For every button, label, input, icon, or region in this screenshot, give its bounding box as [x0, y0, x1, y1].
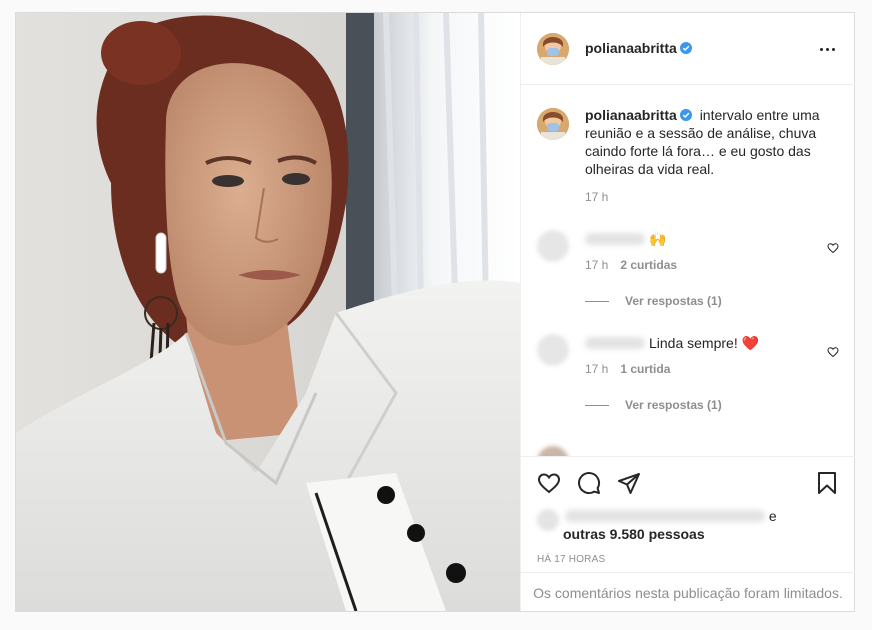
commenter-username[interactable]: [585, 233, 645, 245]
heart-icon[interactable]: [537, 471, 561, 495]
caption-text: polianaabritta intervalo entre uma reuni…: [585, 106, 847, 178]
verified-icon: [679, 42, 692, 54]
comment-body: 🙌: [649, 231, 667, 247]
comment-time: 17 h: [585, 258, 609, 272]
post-details-panel: polianaabritta polianaabritta intervalo …: [520, 13, 855, 611]
post-card: polianaabritta polianaabritta intervalo …: [15, 12, 855, 612]
author-avatar[interactable]: [537, 33, 569, 65]
caption-timestamp: 17 h: [585, 190, 609, 204]
commenter-avatar[interactable]: [537, 230, 569, 262]
comment-meta: 17 h 2 curtidas: [585, 258, 839, 272]
likes-connector: e: [768, 508, 777, 524]
comment-body: Linda sempre! ❤️: [649, 335, 760, 351]
commenter-avatar[interactable]: [537, 334, 569, 366]
likes-text: e outras 9.580 pessoas: [563, 507, 777, 543]
commenter-avatar[interactable]: [537, 446, 569, 456]
comments-section: polianaabritta intervalo entre uma reuni…: [521, 86, 855, 456]
author-username-text[interactable]: polianaabritta: [585, 40, 677, 56]
verified-icon: [679, 109, 692, 121]
share-icon[interactable]: [617, 471, 641, 495]
comment-text: Linda sempre! ❤️: [585, 334, 839, 352]
view-replies-label[interactable]: Ver respostas (1): [625, 294, 722, 308]
comment-likes[interactable]: 2 curtidas: [620, 258, 677, 272]
commenter-username[interactable]: [585, 337, 645, 349]
caption-username-text[interactable]: polianaabritta: [585, 107, 677, 123]
post-time-ago[interactable]: HÁ 17 HORAS: [537, 554, 605, 565]
more-icon[interactable]: [815, 37, 839, 61]
comments-limited-notice: Os comentários nesta publicação foram li…: [521, 572, 855, 612]
comment-icon[interactable]: [577, 471, 601, 495]
liked-by-name[interactable]: [565, 510, 765, 522]
likes-summary: e outras 9.580 pessoas: [537, 507, 777, 543]
caption-username[interactable]: polianaabritta: [585, 107, 692, 123]
view-replies-button[interactable]: Ver respostas (1): [585, 398, 839, 412]
bookmark-icon[interactable]: [815, 471, 839, 495]
liker-avatar: [537, 509, 559, 531]
comment-item: Linda sempre! ❤️ 17 h 1 curtida Ver respo…: [537, 334, 839, 412]
comment-text: 🙌: [585, 230, 839, 248]
action-icons: [537, 465, 839, 505]
post-actions: e outras 9.580 pessoas HÁ 17 HORAS Os co…: [521, 456, 855, 611]
small-heart-icon[interactable]: [827, 242, 839, 254]
post-photo[interactable]: [16, 13, 520, 611]
comment-time: 17 h: [585, 362, 609, 376]
selfie-image: [16, 13, 520, 611]
comment-likes[interactable]: 1 curtida: [620, 362, 670, 376]
post-caption: polianaabritta intervalo entre uma reuni…: [537, 106, 847, 204]
view-replies-button[interactable]: Ver respostas (1): [585, 294, 839, 308]
comment-item: 🙌 17 h 2 curtidas Ver respostas (1): [537, 230, 839, 308]
post-header: polianaabritta: [521, 13, 855, 85]
small-heart-icon[interactable]: [827, 346, 839, 358]
author-username[interactable]: polianaabritta: [585, 40, 692, 56]
caption-avatar[interactable]: [537, 108, 569, 140]
view-replies-label[interactable]: Ver respostas (1): [625, 398, 722, 412]
comment-meta: 17 h 1 curtida: [585, 362, 839, 376]
likes-count[interactable]: outras 9.580 pessoas: [563, 526, 705, 542]
